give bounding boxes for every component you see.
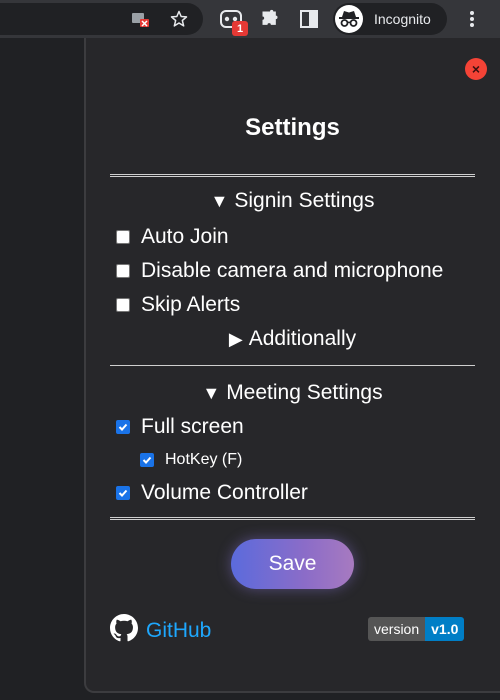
puzzle-icon[interactable]: [260, 9, 280, 29]
divider: [110, 517, 475, 520]
camera-blocked-icon[interactable]: [131, 10, 151, 28]
hotkey-option[interactable]: HotKey (F): [140, 451, 242, 469]
auto-join-option[interactable]: Auto Join: [116, 225, 229, 249]
browser-toolbar: 1 Incognito: [0, 0, 500, 38]
divider: [110, 365, 475, 366]
skip-alerts-option[interactable]: Skip Alerts: [116, 293, 240, 317]
side-panel-icon[interactable]: [299, 9, 319, 29]
collapse-triangle-icon: ▼: [210, 191, 229, 211]
incognito-chip[interactable]: Incognito: [333, 3, 447, 35]
incognito-label: Incognito: [374, 11, 431, 27]
extension-badge-count: 1: [232, 21, 248, 36]
volume-controller-option[interactable]: Volume Controller: [116, 481, 308, 505]
incognito-icon: [335, 5, 363, 33]
version-badge: version v1.0: [368, 617, 465, 641]
version-key: version: [368, 617, 426, 641]
full-screen-option[interactable]: Full screen: [116, 415, 244, 439]
full-screen-label: Full screen: [141, 415, 244, 438]
star-icon[interactable]: [169, 9, 189, 29]
skip-alerts-checkbox[interactable]: [116, 298, 130, 312]
full-screen-checkbox[interactable]: [116, 420, 130, 434]
kebab-menu-icon[interactable]: [464, 9, 480, 29]
skip-alerts-label: Skip Alerts: [141, 293, 241, 316]
additionally-toggle[interactable]: ▶ Additionally: [110, 327, 475, 351]
hotkey-label: HotKey (F): [165, 451, 243, 468]
disable-camera-mic-label: Disable camera and microphone: [141, 259, 444, 282]
divider: [110, 174, 475, 177]
close-icon[interactable]: ×: [465, 58, 487, 80]
disable-camera-mic-option[interactable]: Disable camera and microphone: [116, 259, 443, 283]
collapse-triangle-icon: ▼: [202, 383, 221, 403]
expand-triangle-icon: ▶: [228, 329, 243, 349]
github-link[interactable]: GitHub: [110, 614, 211, 647]
hotkey-checkbox[interactable]: [140, 453, 154, 467]
volume-controller-label: Volume Controller: [141, 481, 308, 504]
meeting-settings-heading: Meeting Settings: [226, 381, 383, 404]
save-button[interactable]: Save: [231, 539, 354, 589]
meeting-settings-toggle[interactable]: ▼ Meeting Settings: [110, 381, 475, 405]
volume-controller-checkbox[interactable]: [116, 486, 130, 500]
additionally-label: Additionally: [248, 327, 357, 350]
version-value: v1.0: [425, 617, 465, 641]
github-label: GitHub: [146, 618, 212, 642]
signin-settings-heading: Signin Settings: [234, 189, 375, 212]
disable-camera-mic-checkbox[interactable]: [116, 264, 130, 278]
page-title: Settings: [245, 114, 340, 141]
signin-settings-toggle[interactable]: ▼ Signin Settings: [110, 189, 475, 213]
auto-join-label: Auto Join: [141, 225, 229, 248]
auto-join-checkbox[interactable]: [116, 230, 130, 244]
github-icon: [110, 614, 138, 647]
